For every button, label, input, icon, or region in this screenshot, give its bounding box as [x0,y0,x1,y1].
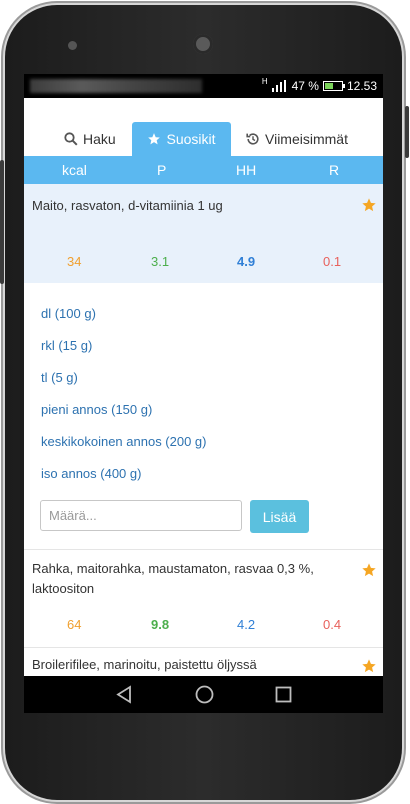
column-protein: P [157,162,167,178]
food-name: Rahka, maitorahka, maustamaton, rasvaa 0… [32,561,314,596]
home-icon[interactable] [195,685,214,704]
protein-value: 3.1 [151,254,170,269]
portion-option[interactable]: iso annos (400 g) [41,466,141,481]
history-icon [246,133,259,145]
nutrient-header: kcal P HH R [24,156,383,184]
tab-favorites[interactable]: Suosikit [132,122,231,156]
signal-icon [271,80,288,92]
tab-recent[interactable]: Viimeisimmät [246,122,348,156]
camera [193,34,213,54]
power-button [405,106,409,158]
carbs-value: 4.2 [237,617,256,632]
recents-icon[interactable] [275,686,292,703]
column-carbs: HH [236,162,257,178]
star-icon [148,133,161,145]
favorite-star-icon[interactable] [361,562,377,578]
battery-percent: 47 % [291,79,319,93]
speaker [68,41,77,50]
portion-option[interactable]: dl (100 g) [41,306,96,321]
protein-value: 9.8 [151,617,170,632]
portion-option[interactable]: tl (5 g) [41,370,78,385]
carbs-value: 4.9 [237,254,256,269]
amount-input[interactable] [40,500,242,531]
clock: 12.53 [346,79,377,93]
network-type: H [261,77,268,86]
tab-search-label: Haku [83,131,116,147]
fat-value: 0.4 [323,617,342,632]
notification-area [30,79,202,93]
status-icons: H 47 % 12.53 [261,77,377,94]
kcal-value: 64 [67,617,82,632]
food-name: Broilerifilee, marinoitu, paistettu öljy… [32,657,257,672]
screen: H 47 % 12.53 Haku Suosikit Viimeisimmät … [24,74,383,713]
tab-bar: Haku Suosikit Viimeisimmät [24,122,383,157]
back-icon[interactable] [115,685,133,704]
add-button[interactable]: Lisää [250,500,309,533]
volume-button [0,160,4,284]
battery-icon [322,81,345,91]
search-icon [64,132,78,146]
tab-search[interactable]: Haku [64,122,116,156]
portion-option[interactable]: keskikokoinen annos (200 g) [41,434,207,449]
status-bar: H 47 % 12.53 [24,74,383,98]
kcal-value: 34 [67,254,82,269]
favorite-star-icon[interactable] [361,658,377,674]
portion-option[interactable]: rkl (15 g) [41,338,92,353]
food-item[interactable]: Maito, rasvaton, d-vitamiinia 1 ug 34 3.… [24,184,383,283]
portion-option[interactable]: pieni annos (150 g) [41,402,152,417]
food-item[interactable]: Rahka, maitorahka, maustamaton, rasvaa 0… [24,550,383,646]
favorite-star-icon[interactable] [361,197,377,213]
navigation-bar [24,676,383,713]
food-name: Maito, rasvaton, d-vitamiinia 1 ug [32,198,223,213]
column-kcal: kcal [62,162,87,178]
fat-value: 0.1 [323,254,342,269]
column-fat: R [329,162,340,178]
tab-recent-label: Viimeisimmät [265,131,348,147]
tab-favorites-label: Suosikit [166,131,216,147]
